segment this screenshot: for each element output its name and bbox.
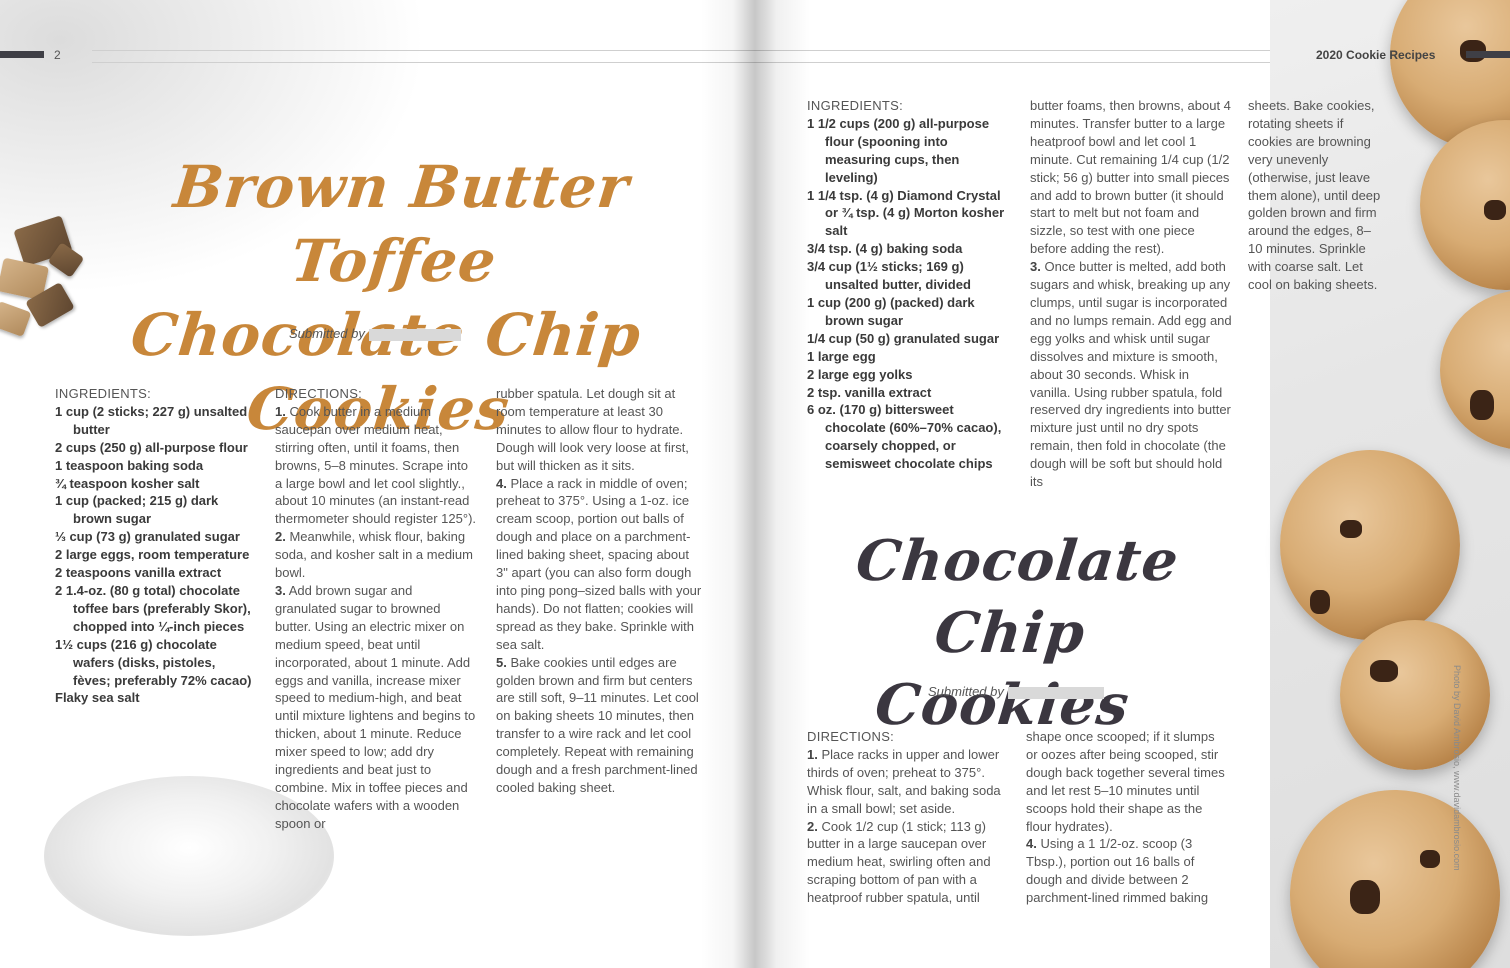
direction-step: 3. Once butter is melted, add both sugar…	[1030, 259, 1232, 490]
direction-step: 4. Place a rack in middle of oven; prehe…	[496, 475, 702, 652]
recipe2-top-col3: sheets. Bake cookies, rotating sheets if…	[1248, 97, 1383, 294]
ingredient-item: 1 large egg	[807, 348, 876, 364]
magazine-spread: 2 2020 Cookie Recipes Brown Butter Toffe…	[0, 0, 1510, 968]
recipe2-directions-col2: shape once scooped; if it slumps or ooze…	[1026, 728, 1228, 907]
ingredient-item: 1 1/2 cups (200 g) all-purpose flour (sp…	[807, 115, 990, 185]
recipe2-title-line1: Chocolate Chip	[853, 528, 1183, 666]
ingredient-item: 1 1/4 tsp. (4 g) Diamond Crystal or ¾ ts…	[807, 187, 1005, 239]
direction-step: 1. Cook butter in a medium saucepan over…	[275, 403, 477, 527]
directions-heading: DIRECTIONS:	[275, 386, 363, 401]
cookie-image	[1440, 290, 1510, 450]
ingredient-item: 2 large eggs, room temperature	[55, 547, 250, 563]
header-bar-right	[1466, 51, 1510, 58]
ingredient-item: 2 cups (250 g) all-purpose flour	[55, 439, 248, 455]
recipe2-title: Chocolate Chip Cookies	[789, 525, 1232, 741]
recipe2-ingredients: INGREDIENTS: 1 1/2 cups (200 g) all-purp…	[807, 97, 1009, 473]
direction-step: 4. Using a 1 1/2-oz. scoop (3 Tbsp.), po…	[1026, 836, 1209, 906]
direction-continued: butter foams, then browns, about 4 minut…	[1030, 98, 1231, 257]
recipe1-directions-col2: rubber spatula. Let dough sit at room te…	[496, 385, 702, 797]
ingredient-item: 3/4 tsp. (4 g) baking soda	[807, 241, 963, 257]
cookie-image	[1280, 450, 1460, 640]
redacted-name	[1007, 686, 1104, 699]
recipe2-submitted-by: Submitted by	[928, 684, 1104, 699]
direction-step: 2. Cook 1/2 cup (1 stick; 113 g) butter …	[807, 818, 991, 906]
header-bar-left	[0, 51, 44, 58]
recipe1-title-line1: Brown Butter Toffee	[170, 153, 633, 295]
direction-continued: shape once scooped; if it slumps or ooze…	[1026, 729, 1225, 834]
direction-step: 5. Bake cookies until edges are golden b…	[496, 654, 699, 795]
redacted-name	[368, 328, 461, 341]
direction-continued: sheets. Bake cookies, rotating sheets if…	[1248, 98, 1381, 293]
recipe1-directions-col1: DIRECTIONS: 1. Cook butter in a medium s…	[275, 385, 477, 833]
directions-heading: DIRECTIONS:	[807, 729, 895, 744]
ingredient-item: 1 cup (200 g) (packed) dark brown sugar	[807, 294, 975, 328]
direction-step: 2. Meanwhile, whisk flour, baking soda, …	[275, 529, 473, 581]
ingredient-item: 2 tsp. vanilla extract	[807, 384, 932, 400]
ingredient-item: 3/4 cup (1½ sticks; 169 g) unsalted butt…	[807, 259, 971, 293]
photo-credit: Photo by David Ambrosio, www.davidambros…	[1452, 665, 1462, 871]
cookie-image	[1340, 620, 1490, 770]
direction-step: 1. Place racks in upper and lower thirds…	[807, 746, 1001, 816]
submitted-label: Submitted by	[928, 684, 1004, 699]
direction-continued: rubber spatula. Let dough sit at room te…	[496, 386, 689, 473]
direction-step: 3. Add brown sugar and granulated sugar …	[275, 582, 476, 831]
ingredient-item: 6 oz. (170 g) bittersweet chocolate (60%…	[807, 402, 1002, 472]
ingredient-item: ⅓ cup (73 g) granulated sugar	[55, 529, 240, 545]
recipe1-ingredients: INGREDIENTS: 1 cup (2 sticks; 227 g) uns…	[55, 385, 255, 707]
ingredient-item: 2 teaspoons vanilla extract	[55, 565, 222, 581]
ingredients-heading: INGREDIENTS:	[55, 386, 152, 401]
spine-shadow	[700, 0, 810, 968]
ingredient-item: 1/4 cup (50 g) granulated sugar	[807, 330, 1000, 346]
recipe1-submitted-by: Submitted by	[289, 326, 461, 341]
recipe2-top-col2: butter foams, then browns, about 4 minut…	[1030, 97, 1232, 491]
ingredient-item: 2 large egg yolks	[807, 366, 913, 382]
ingredient-item: 2 1.4-oz. (80 g total) chocolate toffee …	[55, 582, 251, 634]
recipe2-directions-col1: DIRECTIONS: 1. Place racks in upper and …	[807, 728, 1009, 907]
cookie-image	[1290, 790, 1500, 968]
ingredient-item: 1 cup (2 sticks; 227 g) unsalted butter	[55, 403, 248, 437]
running-title: 2020 Cookie Recipes	[1316, 48, 1436, 62]
page-number: 2	[54, 48, 61, 62]
submitted-label: Submitted by	[289, 326, 365, 341]
ingredient-item: 1½ cups (216 g) chocolate wafers (disks,…	[55, 636, 252, 688]
ingredient-item: Flaky sea salt	[55, 690, 140, 706]
ingredients-heading: INGREDIENTS:	[807, 98, 904, 113]
ingredient-item: 1 teaspoon baking soda	[55, 457, 204, 473]
ingredient-item: ¾ teaspoon kosher salt	[55, 475, 200, 491]
ingredient-item: 1 cup (packed; 215 g) dark brown sugar	[55, 493, 219, 527]
